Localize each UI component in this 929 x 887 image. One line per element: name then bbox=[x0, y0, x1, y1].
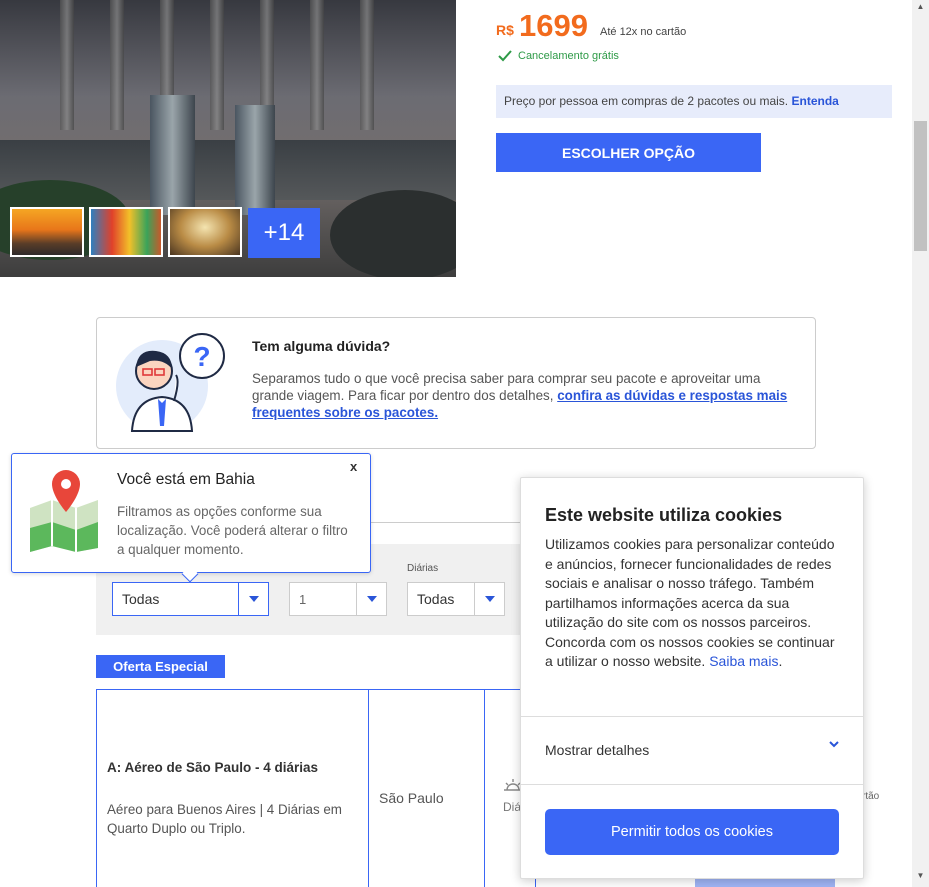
quantity-select[interactable]: 1 bbox=[289, 582, 387, 616]
close-icon[interactable]: x bbox=[350, 459, 357, 474]
offer-table bbox=[96, 689, 536, 887]
location-popup-text: Filtramos as opções conforme sua localiz… bbox=[117, 504, 348, 557]
diarias-column-label: Diá bbox=[503, 800, 522, 814]
special-offer-badge: Oferta Especial bbox=[96, 655, 225, 678]
select-package-button[interactable] bbox=[695, 878, 835, 887]
table-divider bbox=[368, 689, 369, 887]
chevron-down-icon bbox=[474, 583, 504, 615]
free-cancellation: Cancelamento grátis bbox=[498, 50, 619, 62]
table-divider bbox=[484, 689, 485, 887]
price-info-box: Preço por pessoa em compras de 2 pacotes… bbox=[496, 85, 892, 118]
cookie-title: Este website utiliza cookies bbox=[545, 505, 783, 525]
installments-text: Até 12x no cartão bbox=[600, 26, 687, 38]
thumbnail-theatre[interactable] bbox=[168, 207, 242, 257]
thumbnail-street[interactable] bbox=[89, 207, 163, 257]
allow-all-cookies-button[interactable]: Permitir todos os cookies bbox=[545, 809, 839, 855]
photo-column bbox=[310, 0, 324, 130]
photo-column bbox=[210, 0, 224, 130]
installments-fragment: rtão bbox=[862, 791, 880, 802]
origin-select-value: Todas bbox=[122, 591, 160, 607]
origin-select[interactable]: Todas bbox=[112, 582, 269, 616]
chevron-down-icon bbox=[356, 583, 386, 615]
help-title: Tem alguma dúvida? bbox=[252, 338, 391, 354]
cookie-divider bbox=[521, 716, 863, 717]
help-person-illustration: ? bbox=[116, 333, 225, 432]
show-details-toggle[interactable]: Mostrar detalhes bbox=[545, 742, 649, 758]
section-divider bbox=[371, 522, 531, 523]
chevron-down-icon bbox=[238, 583, 268, 615]
diarias-select[interactable]: Todas bbox=[407, 582, 505, 616]
entenda-link[interactable]: Entenda bbox=[792, 94, 839, 108]
package-origin-city: São Paulo bbox=[379, 790, 444, 806]
hero-photo[interactable]: +14 bbox=[0, 0, 456, 277]
photo-column bbox=[60, 0, 74, 130]
photo-tree bbox=[330, 190, 456, 277]
package-description: Aéreo para Buenos Aires | 4 Diárias em Q… bbox=[107, 802, 342, 836]
package-title: A: Aéreo de São Paulo - 4 diárias bbox=[107, 760, 319, 775]
cookie-body: Utilizamos cookies para personalizar con… bbox=[545, 536, 835, 669]
photo-monument bbox=[235, 105, 275, 215]
price-value: 1699 bbox=[519, 8, 588, 43]
help-text: Separamos tudo o que você precisa saber … bbox=[252, 370, 797, 421]
cookie-text: Utilizamos cookies para personalizar con… bbox=[545, 536, 835, 669]
svg-text:?: ? bbox=[193, 341, 210, 372]
photo-monument bbox=[150, 95, 195, 215]
quantity-select-value: 1 bbox=[299, 591, 307, 607]
scrollbar-thumb[interactable] bbox=[914, 121, 927, 251]
learn-more-link[interactable]: Saiba mais bbox=[709, 653, 778, 669]
more-photos-button[interactable]: +14 bbox=[248, 208, 320, 258]
scroll-down-arrow-icon[interactable]: ▼ bbox=[912, 871, 929, 885]
free-cancellation-label: Cancelamento grátis bbox=[518, 50, 619, 62]
diarias-select-value: Todas bbox=[417, 591, 455, 607]
scroll-up-arrow-icon[interactable]: ▲ bbox=[912, 2, 929, 16]
photo-column bbox=[110, 0, 124, 130]
diarias-label: Diárias bbox=[407, 563, 439, 574]
thumbnail-sunset[interactable] bbox=[10, 207, 84, 257]
price-info-text: Preço por pessoa em compras de 2 pacotes… bbox=[504, 94, 789, 108]
choose-option-button[interactable]: ESCOLHER OPÇÃO bbox=[496, 133, 761, 172]
check-icon bbox=[498, 50, 512, 62]
cookie-divider bbox=[521, 784, 863, 785]
price-currency: R$ bbox=[496, 22, 514, 38]
photo-column bbox=[360, 0, 374, 130]
location-popup-title: Você está em Bahia bbox=[117, 471, 255, 488]
chevron-down-icon[interactable] bbox=[828, 740, 840, 748]
map-pin-icon bbox=[30, 470, 98, 552]
